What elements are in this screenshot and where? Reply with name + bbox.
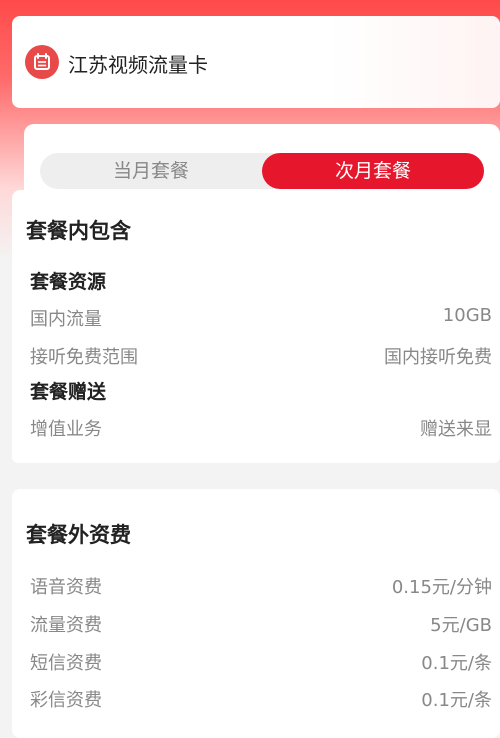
row-value: 0.1元/条 xyxy=(421,653,492,674)
gifts-title: 套餐赠送 xyxy=(30,381,107,403)
row-value: 0.15元/分钟 xyxy=(391,577,492,598)
excluded-title: 套餐外资费 xyxy=(26,523,131,547)
row-value: 赠送来显 xyxy=(420,419,492,440)
row-value: 0.1元/条 xyxy=(421,690,492,711)
page-title: 江苏视频流量卡 xyxy=(68,53,208,77)
calendar-icon xyxy=(25,45,59,79)
row-label: 增值业务 xyxy=(30,419,102,440)
row-value: 国内接听免费 xyxy=(384,347,492,368)
resources-title: 套餐资源 xyxy=(30,271,107,293)
tab-current-month[interactable]: 当月套餐 xyxy=(40,153,262,189)
included-title: 套餐内包含 xyxy=(26,219,131,243)
row-label: 流量资费 xyxy=(30,615,102,636)
tab-next-month[interactable]: 次月套餐 xyxy=(262,153,484,189)
header-card: 江苏视频流量卡 xyxy=(12,16,500,108)
row-value: 10GB xyxy=(442,305,492,326)
included-card: 套餐内包含 套餐资源 国内流量 10GB 接听免费范围 国内接听免费 套餐赠送 … xyxy=(12,190,500,463)
row-label: 接听免费范围 xyxy=(30,347,138,368)
plan-tabs: 当月套餐 次月套餐 xyxy=(40,153,484,189)
row-label: 国内流量 xyxy=(30,309,102,330)
row-value: 5元/GB xyxy=(430,615,492,636)
row-label: 短信资费 xyxy=(30,653,102,674)
excluded-card: 套餐外资费 语音资费 0.15元/分钟 流量资费 5元/GB 短信资费 0.1元… xyxy=(12,489,500,738)
row-label: 语音资费 xyxy=(30,577,102,598)
row-label: 彩信资费 xyxy=(30,690,102,711)
